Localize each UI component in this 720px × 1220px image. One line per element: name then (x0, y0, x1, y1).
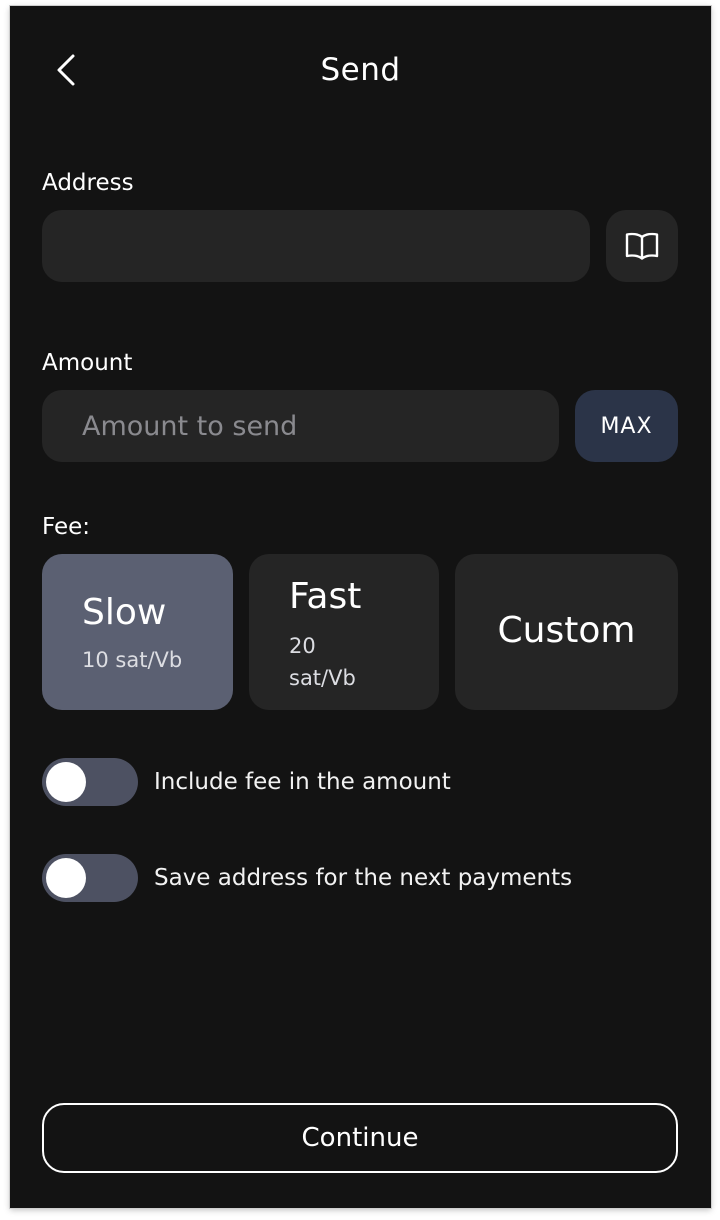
send-screen: Send Address Amount MAX Fee: Slow 10 sat… (10, 6, 711, 1208)
fee-label: Fee: (42, 514, 91, 540)
fee-option-name: Fast (289, 576, 362, 617)
continue-button[interactable]: Continue (42, 1103, 678, 1173)
save-address-label: Save address for the next payments (154, 865, 573, 891)
save-address-toggle[interactable] (42, 854, 138, 902)
address-book-button[interactable] (606, 210, 678, 282)
include-fee-label: Include fee in the amount (154, 769, 451, 795)
max-button[interactable]: MAX (575, 390, 678, 462)
toggle-knob (46, 858, 86, 898)
address-book-icon (625, 232, 659, 260)
fee-option-rate: 10 sat/Vb (82, 648, 183, 672)
include-fee-row: Include fee in the amount (42, 758, 451, 806)
fee-option-rate-value: 20 (289, 634, 316, 658)
page-title: Send (320, 52, 401, 88)
amount-label: Amount (42, 350, 133, 376)
address-input[interactable] (42, 210, 590, 282)
fee-option-fast[interactable]: Fast 20 sat/Vb (249, 554, 439, 710)
fee-option-slow[interactable]: Slow 10 sat/Vb (42, 554, 233, 710)
save-address-row: Save address for the next payments (42, 854, 572, 902)
fee-option-name: Slow (82, 592, 167, 633)
fee-option-name: Custom (497, 610, 636, 651)
header: Send (10, 6, 711, 136)
toggle-knob (46, 762, 86, 802)
address-label: Address (42, 170, 134, 196)
fee-option-rate-unit: sat/Vb (289, 666, 356, 690)
fee-option-custom[interactable]: Custom (455, 554, 678, 710)
amount-input[interactable] (42, 390, 559, 462)
include-fee-toggle[interactable] (42, 758, 138, 806)
